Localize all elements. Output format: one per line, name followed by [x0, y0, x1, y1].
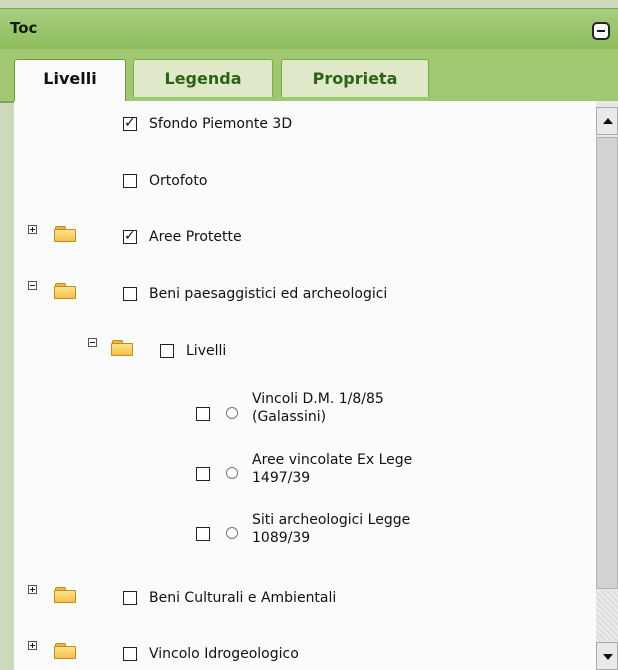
layer-checkbox-beni-paesaggistici[interactable] [123, 287, 137, 301]
layer-label-vincoli-dm-line2: (Galassini) [252, 409, 327, 425]
layer-radio-aree-vincolate[interactable] [226, 467, 238, 479]
arrow-down-icon [603, 654, 613, 660]
tab-proprieta[interactable]: Proprieta [281, 59, 429, 97]
check-mark-icon: ✓ [124, 228, 136, 244]
layer-label-siti-archeologici-line1: Siti archeologici Legge [252, 512, 411, 528]
layer-label-aree-protette: Aree Protette [149, 229, 242, 245]
folder-icon [54, 587, 76, 603]
layer-checkbox-vincoli-dm[interactable] [196, 407, 210, 421]
collapse-minus-icon[interactable] [88, 338, 97, 347]
layer-checkbox-siti-archeologici[interactable] [196, 527, 210, 541]
scroll-down-button[interactable] [596, 642, 618, 670]
scroll-up-button[interactable] [596, 107, 618, 135]
layer-checkbox-beni-culturali[interactable] [123, 591, 137, 605]
tab-strip: Livelli Legenda Proprieta [0, 49, 618, 103]
layer-label-aree-vincolate-line2: 1497/39 [252, 470, 311, 486]
layer-checkbox-aree-protette[interactable]: ✓ [123, 228, 137, 244]
expand-plus-icon[interactable] [28, 641, 37, 650]
layer-radio-vincoli-dm[interactable] [226, 407, 238, 419]
layer-checkbox-sfondo[interactable]: ✓ [123, 115, 137, 131]
layer-checkbox-ortofoto[interactable] [123, 174, 137, 188]
layer-label-vincoli-dm-line1: Vincoli D.M. 1/8/85 [252, 391, 384, 407]
scroll-thumb[interactable] [596, 137, 618, 589]
layer-checkbox-aree-vincolate[interactable] [196, 467, 210, 481]
folder-icon [54, 643, 76, 659]
collapse-minus-icon [597, 30, 605, 32]
layer-tree: ✓ Sfondo Piemonte 3D Ortofoto ✓ Aree Pro… [14, 101, 596, 670]
layer-label-sfondo: Sfondo Piemonte 3D [149, 116, 293, 132]
toc-panel: Toc Livelli Legenda Proprieta ✓ Sfondo P… [0, 0, 618, 670]
collapse-minus-icon[interactable] [28, 281, 37, 290]
layer-checkbox-vincolo-idrogeologico[interactable] [123, 647, 137, 661]
layer-label-beni-culturali: Beni Culturali e Ambientali [149, 590, 337, 606]
toc-titlebar: Toc [0, 8, 618, 50]
layer-label-aree-vincolate-line1: Aree vincolate Ex Lege [252, 452, 413, 468]
check-mark-icon: ✓ [124, 115, 136, 131]
tab-legenda[interactable]: Legenda [133, 59, 273, 97]
layer-label-ortofoto: Ortofoto [149, 173, 208, 189]
panel-title: Toc [10, 19, 38, 37]
layer-radio-siti-archeologici[interactable] [226, 527, 238, 539]
folder-icon [111, 340, 133, 356]
layer-label-livelli: Livelli [186, 343, 227, 359]
layer-label-vincolo-idrogeologico: Vincolo Idrogeologico [149, 646, 299, 662]
tab-livelli[interactable]: Livelli [14, 59, 126, 103]
expand-plus-icon[interactable] [28, 585, 37, 594]
collapse-button[interactable] [592, 22, 610, 40]
expand-plus-icon[interactable] [28, 225, 37, 234]
folder-icon [54, 226, 76, 242]
arrow-up-icon [603, 118, 613, 124]
scroll-track[interactable] [596, 591, 618, 641]
layer-label-beni-paesaggistici: Beni paesaggistici ed archeologici [149, 286, 388, 302]
vertical-scrollbar[interactable] [596, 101, 618, 670]
folder-icon [54, 283, 76, 299]
layer-label-siti-archeologici-line2: 1089/39 [252, 530, 311, 546]
layer-checkbox-livelli[interactable] [160, 344, 174, 358]
